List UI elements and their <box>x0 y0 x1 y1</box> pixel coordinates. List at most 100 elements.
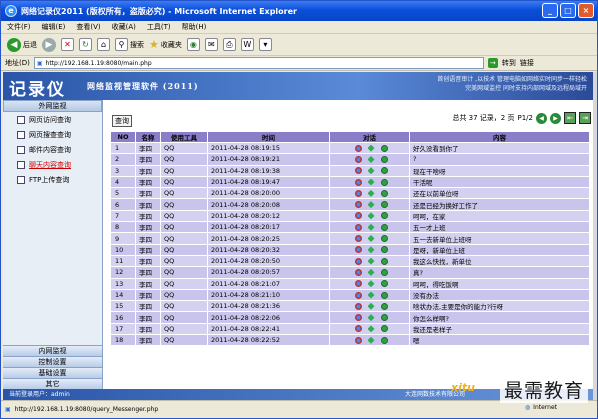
sidebar-basic-settings[interactable]: 基础设置 <box>3 367 102 378</box>
sidebar-item[interactable]: 邮件内容查询 <box>3 142 102 157</box>
sidebar-item[interactable]: 网页访问查询 <box>3 112 102 127</box>
contact-icon[interactable] <box>354 314 362 322</box>
table-row[interactable]: 3 李四 QQ 2011-04-28 08:19:38 现在干啥呀 <box>110 164 590 177</box>
arrow-icon[interactable] <box>367 302 375 310</box>
forward-button[interactable]: ▶ <box>42 37 56 52</box>
arrow-icon[interactable] <box>367 189 375 197</box>
menu-favorites[interactable]: 收藏(A) <box>112 22 136 32</box>
sidebar-item[interactable]: 网页搜查查询 <box>3 127 102 142</box>
back-button[interactable]: ◀ 后退 <box>7 37 37 52</box>
table-row[interactable]: 1 李四 QQ 2011-04-28 08:19:15 好久没看到你了 <box>110 141 590 155</box>
contact-icon[interactable] <box>354 302 362 310</box>
arrow-icon[interactable] <box>367 257 375 265</box>
edit-icon[interactable]: W <box>240 38 254 51</box>
table-row[interactable]: 4 李四 QQ 2011-04-28 08:19:47 干活呢 <box>110 175 590 189</box>
table-row[interactable]: 18 李四 QQ 2011-04-28 08:22:52 嗯 <box>110 334 590 347</box>
table-row[interactable]: 15 李四 QQ 2011-04-28 08:21:36 啥状办法,主要是你的能力?行呀 <box>110 300 590 313</box>
table-row[interactable]: 6 李四 QQ 2011-04-28 08:20:08 还是已经为换好工作了 <box>110 198 590 211</box>
table-row[interactable]: 11 李四 QQ 2011-04-28 08:20:50 我这么快找，新单位 <box>110 254 590 268</box>
arrow-icon[interactable] <box>367 291 375 299</box>
home-icon[interactable]: ⌂ <box>97 38 110 51</box>
contact-icon[interactable] <box>354 268 362 276</box>
message-icon[interactable] <box>380 325 388 333</box>
go-icon[interactable]: → <box>487 58 498 68</box>
messenger-icon[interactable]: ▾ <box>258 38 272 51</box>
contact-icon[interactable] <box>354 235 362 243</box>
message-icon[interactable] <box>380 155 388 163</box>
arrow-icon[interactable] <box>367 336 375 344</box>
table-row[interactable]: 2 李四 QQ 2011-04-28 08:19:21? <box>110 153 590 166</box>
table-row[interactable]: 7 李四 QQ 2011-04-28 08:20:12 呵呵，在家 <box>110 209 590 223</box>
address-input[interactable]: ▣ http://192.168.1.19:8080/main.php <box>33 57 484 69</box>
query-button[interactable]: 查询 <box>112 115 132 127</box>
maximize-button[interactable]: □ <box>560 3 576 18</box>
contact-icon[interactable] <box>354 155 362 163</box>
go-button[interactable]: 转到 <box>502 58 516 68</box>
arrow-icon[interactable] <box>367 178 375 186</box>
message-icon[interactable] <box>380 235 388 243</box>
title-bar[interactable]: e 网络记录仪2011 (版权所有，盗版必究) - Microsoft Inte… <box>1 1 597 21</box>
table-row[interactable]: 14 李四 QQ 2011-04-28 08:21:10 没有办法 <box>110 288 590 302</box>
message-icon[interactable] <box>380 201 388 209</box>
close-button[interactable]: × <box>578 3 594 18</box>
arrow-icon[interactable] <box>367 280 375 288</box>
arrow-icon[interactable] <box>367 314 375 322</box>
arrow-icon[interactable] <box>367 155 375 163</box>
sidebar-item[interactable]: 聊天内容查询 <box>3 157 102 172</box>
arrow-icon[interactable] <box>367 325 375 333</box>
message-icon[interactable] <box>380 302 388 310</box>
menu-tools[interactable]: 工具(T) <box>147 22 171 32</box>
sidebar-head[interactable]: 外网监视 <box>3 100 102 112</box>
arrow-icon[interactable] <box>367 268 375 276</box>
contact-icon[interactable] <box>354 246 362 254</box>
message-icon[interactable] <box>380 212 388 220</box>
table-row[interactable]: 17 李四 QQ 2011-04-28 08:22:41 我还是老样子 <box>110 322 590 336</box>
message-icon[interactable] <box>380 178 388 186</box>
sidebar-internal-monitor[interactable]: 内网监视 <box>3 345 102 356</box>
minimize-button[interactable]: _ <box>542 3 558 18</box>
menu-file[interactable]: 文件(F) <box>7 22 31 32</box>
contact-icon[interactable] <box>354 223 362 231</box>
arrow-icon[interactable] <box>367 167 375 175</box>
search-button[interactable]: ⚲ 搜索 <box>115 38 144 51</box>
contact-icon[interactable] <box>354 201 362 209</box>
contact-icon[interactable] <box>354 189 362 197</box>
contact-icon[interactable] <box>354 178 362 186</box>
stop-icon[interactable]: ✕ <box>61 38 74 51</box>
sidebar-control-settings[interactable]: 控制设置 <box>3 356 102 367</box>
contact-icon[interactable] <box>354 257 362 265</box>
table-row[interactable]: 9 李四 QQ 2011-04-28 08:20:25 五一去新单位上班呀 <box>110 232 590 245</box>
sidebar-item[interactable]: FTP上传查询 <box>3 172 102 187</box>
sidebar-other[interactable]: 其它 <box>3 378 102 389</box>
arrow-icon[interactable] <box>367 201 375 209</box>
scrollbar[interactable] <box>593 72 597 400</box>
links-button[interactable]: 链接 <box>520 58 534 68</box>
message-icon[interactable] <box>380 223 388 231</box>
next-page-icon[interactable]: ▶ <box>550 112 561 124</box>
contact-icon[interactable] <box>354 291 362 299</box>
prev-page-icon[interactable]: ◀ <box>536 112 547 124</box>
mail-icon[interactable]: ✉ <box>204 38 218 51</box>
message-icon[interactable] <box>380 280 388 288</box>
message-icon[interactable] <box>380 189 388 197</box>
table-row[interactable]: 5 李四 QQ 2011-04-28 08:20:00 还在以前单位呀 <box>110 187 590 200</box>
table-row[interactable]: 13 李四 QQ 2011-04-28 08:21:07 呵呵，得吃饭啊 <box>110 277 590 290</box>
menu-view[interactable]: 查看(V) <box>76 22 100 32</box>
message-icon[interactable] <box>380 246 388 254</box>
message-icon[interactable] <box>380 144 388 152</box>
message-icon[interactable] <box>380 167 388 175</box>
first-page-icon[interactable]: ⇤ <box>564 112 576 124</box>
history-icon[interactable]: ◉ <box>186 38 200 51</box>
message-icon[interactable] <box>380 268 388 276</box>
last-page-icon[interactable]: ⇥ <box>579 112 591 124</box>
contact-icon[interactable] <box>354 325 362 333</box>
arrow-icon[interactable] <box>367 235 375 243</box>
arrow-icon[interactable] <box>367 246 375 254</box>
table-row[interactable]: 10 李四 QQ 2011-04-28 08:20:32 是呀，新单位上班 <box>110 243 590 256</box>
table-row[interactable]: 8 李四 QQ 2011-04-28 08:20:17 五一才上班 <box>110 221 590 234</box>
message-icon[interactable] <box>380 257 388 265</box>
refresh-icon[interactable]: ↻ <box>79 38 92 51</box>
arrow-icon[interactable] <box>367 144 375 152</box>
menu-help[interactable]: 帮助(H) <box>182 22 207 32</box>
contact-icon[interactable] <box>354 336 362 344</box>
